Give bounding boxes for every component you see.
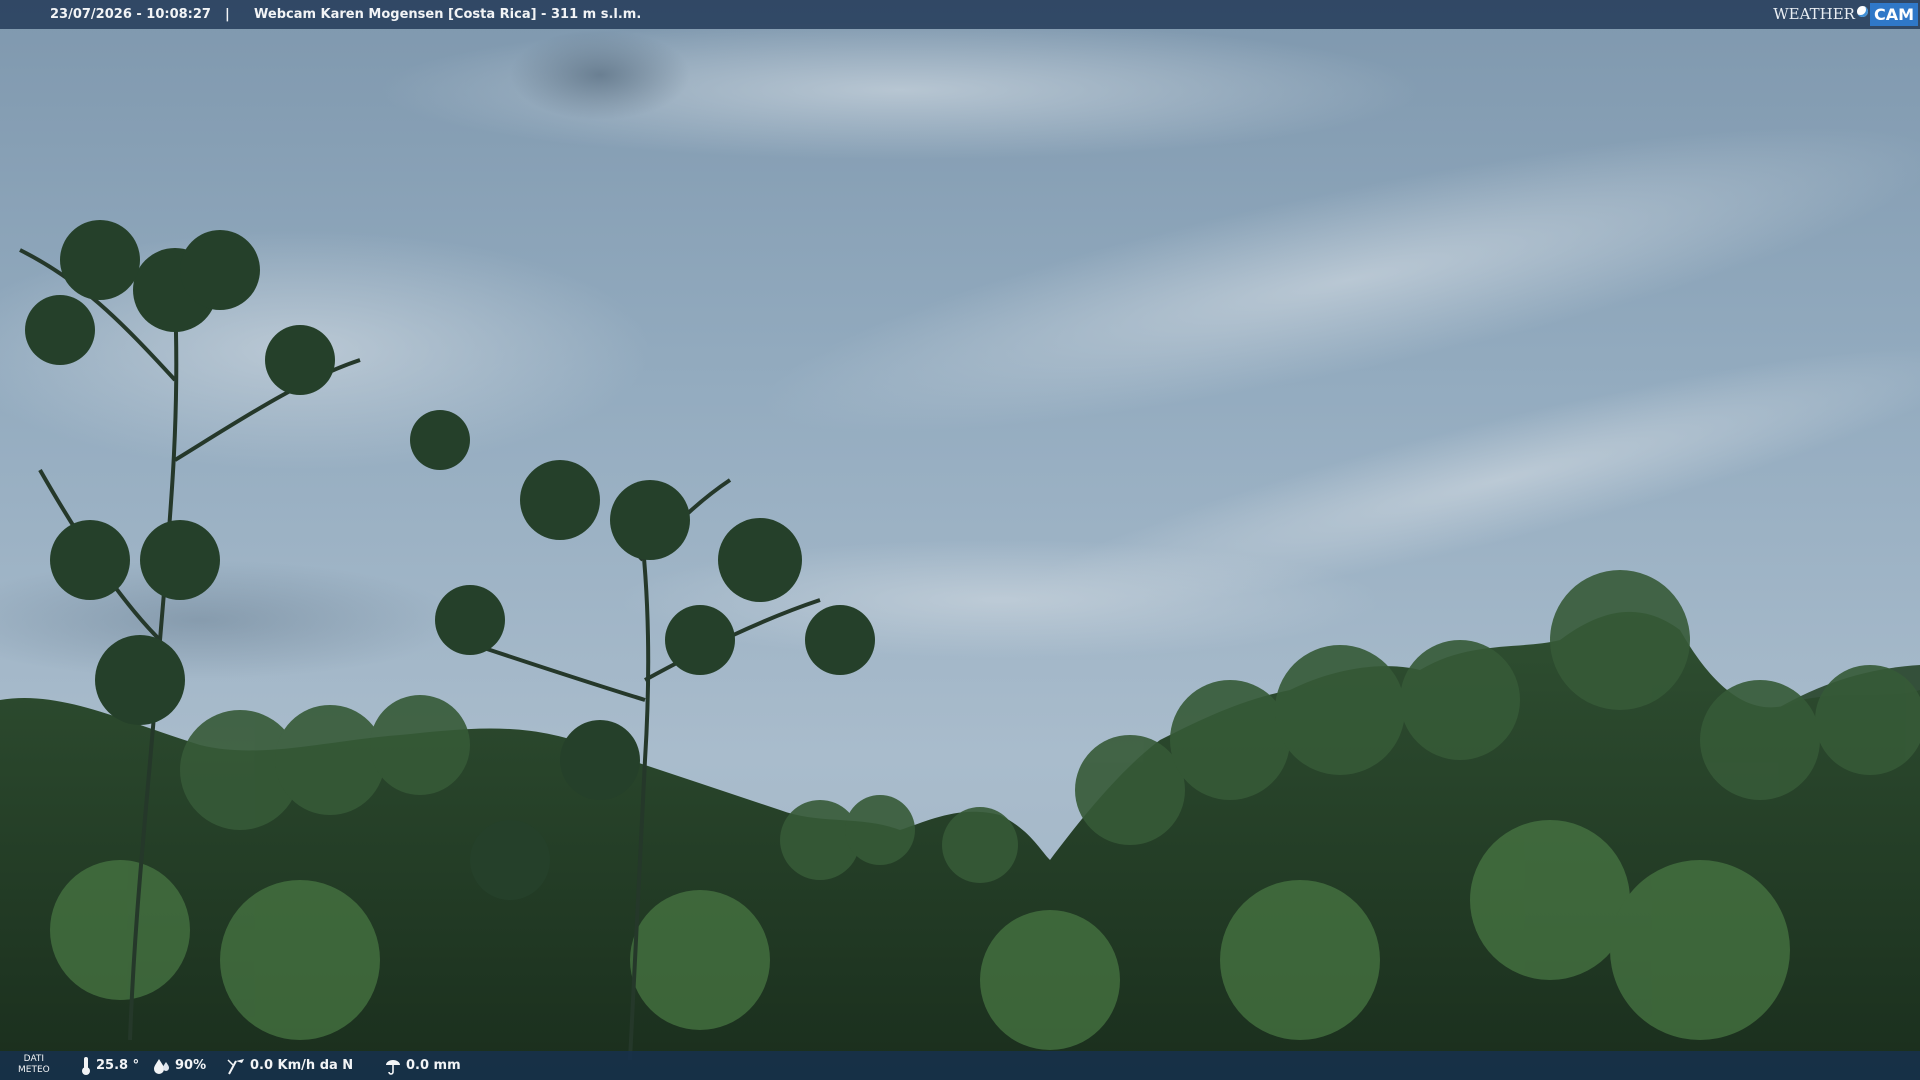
logo-weather-text: WEATHER [1773,5,1855,23]
weather-data-label: DATI METEO [18,1054,50,1075]
rain-gauge-icon [384,1057,402,1075]
wind-value: 0.0 Km/h da N [250,1058,354,1073]
humidity-drops-icon [153,1057,171,1075]
thermometer-icon [80,1056,92,1076]
rain-value: 0.0 mm [406,1058,461,1073]
temperature-value: 25.8 ° [96,1058,140,1073]
humidity-value: 90% [175,1058,207,1073]
timestamp: 23/07/2026 - 10:08:27 [50,7,211,22]
wind-readout: 0.0 Km/h da N [226,1051,353,1080]
logo-globe-icon [1856,6,1868,17]
webcam-header-bar: 23/07/2026 - 10:08:27 | Webcam Karen Mog… [0,0,1920,29]
weather-data-bar: DATI METEO 25.8 ° 90% 0.0 Km/h da N 0.0 … [0,1051,1920,1080]
logo-cam-text: CAM [1869,3,1918,26]
rain-readout: 0.0 mm [384,1051,461,1080]
wind-vane-icon [226,1057,246,1075]
webcam-title: Webcam Karen Mogensen [Costa Rica] - 311… [254,7,642,22]
webcam-image [0,0,1920,1080]
temperature-readout: 25.8 ° [80,1051,139,1080]
weathercam-logo: WEATHER CAM [1773,2,1918,27]
humidity-readout: 90% [153,1051,206,1080]
header-separator: | [225,7,230,22]
